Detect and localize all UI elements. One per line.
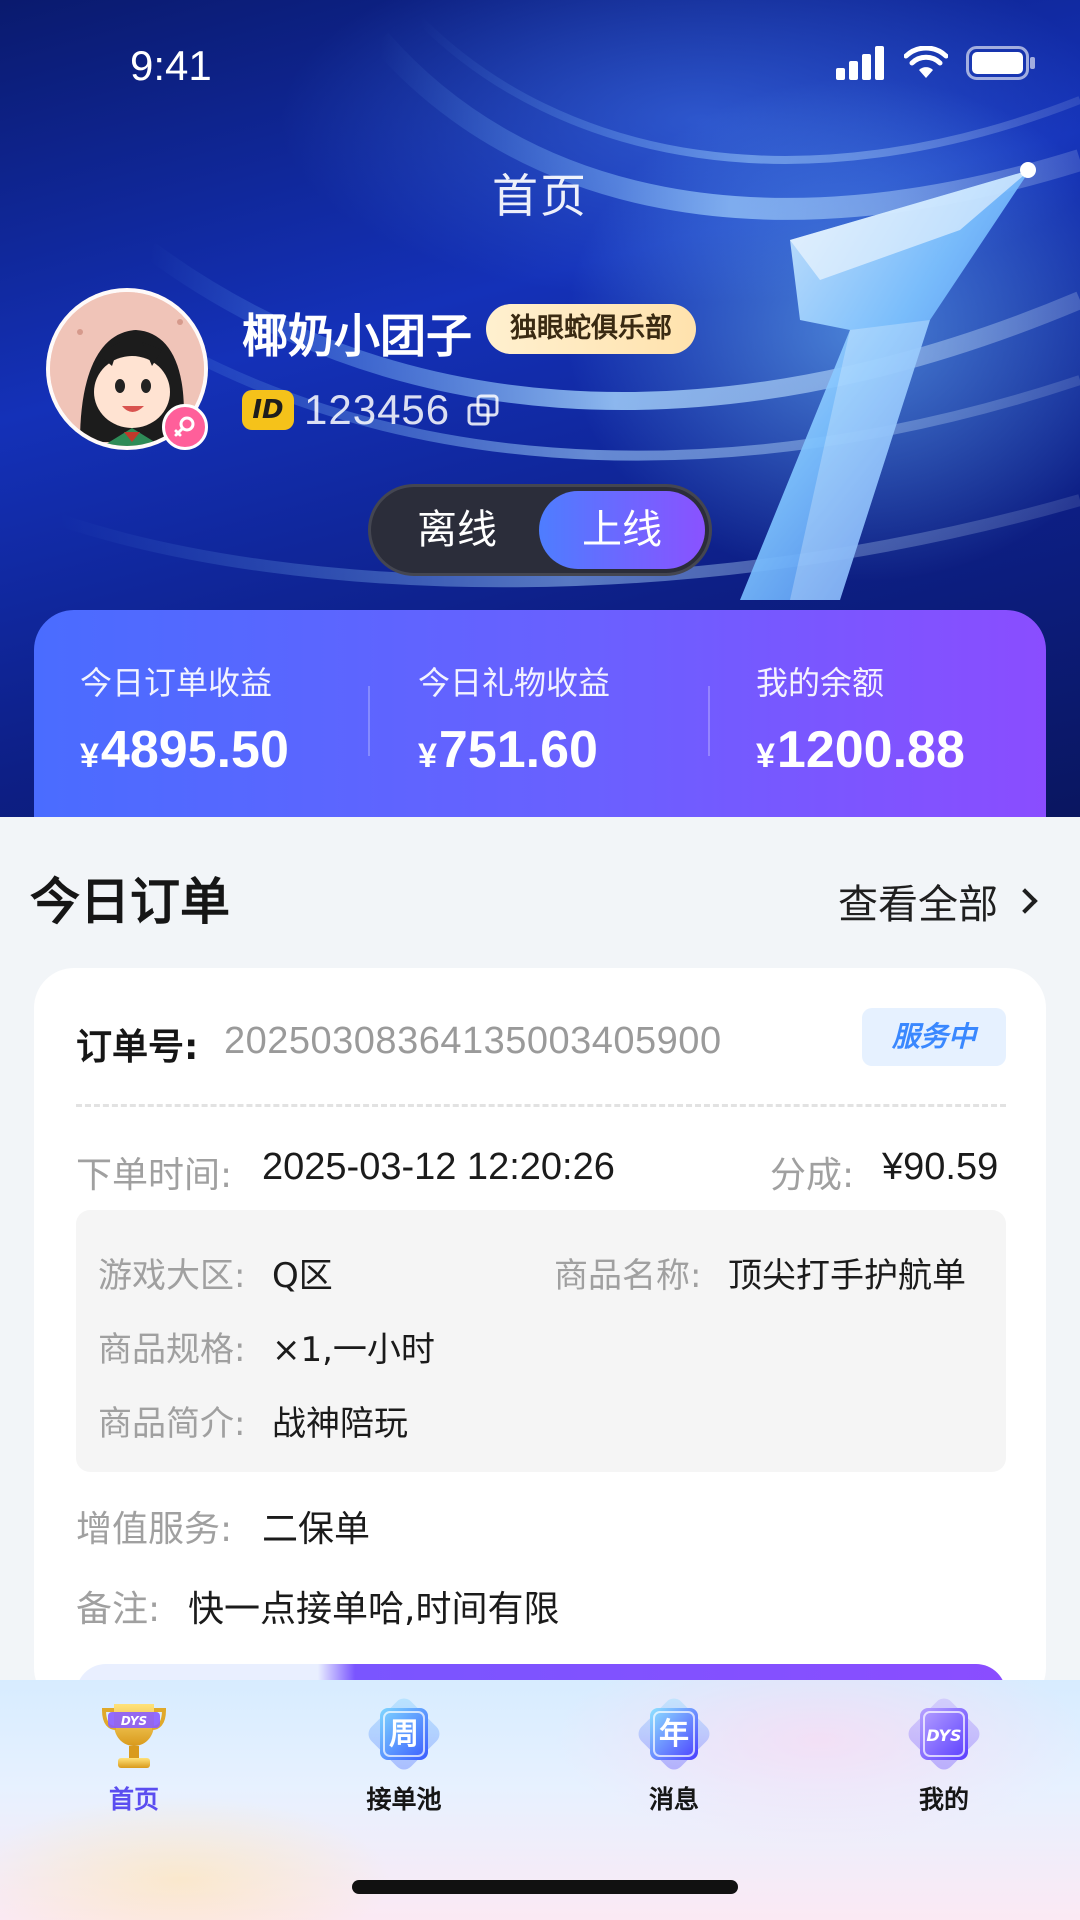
svg-text:年: 年	[659, 1717, 689, 1752]
page-title: 首页	[492, 169, 588, 223]
tab-mine[interactable]: DYS 我的	[844, 1694, 1044, 1814]
tab-home[interactable]: DYS 首页	[34, 1694, 234, 1814]
order-number: 20250308364135003405900	[224, 1020, 722, 1062]
nickname: 椰奶小团子	[242, 309, 472, 363]
earnings-label: 今日订单收益	[80, 664, 273, 702]
week-badge-icon: 周	[368, 1698, 440, 1770]
view-all-label: 查看全部	[838, 882, 998, 928]
note-value: 快一点接单哈,时间有限	[188, 1589, 560, 1630]
home-indicator[interactable]	[352, 1880, 738, 1894]
divider	[76, 1104, 1006, 1107]
user-id: 123456	[304, 386, 451, 433]
divider	[368, 686, 370, 756]
club-tag[interactable]: 独眼蛇俱乐部	[486, 304, 696, 354]
hero-banner: 9:41 首页 椰奶小团子 独眼蛇俱乐部 ID 123456 离线 上线 今日订…	[0, 0, 1080, 817]
user-id-row: ID 123456	[242, 386, 500, 434]
tab-label: 首页	[108, 1785, 159, 1814]
chevron-right-icon	[1012, 888, 1038, 914]
note-label: 备注:	[76, 1589, 161, 1630]
dys-badge-icon: DYS	[908, 1698, 980, 1770]
earnings-label: 我的余额	[756, 664, 885, 702]
product-intro-label: 商品简介:	[98, 1404, 246, 1444]
status-badge: 服务中	[862, 1008, 1006, 1066]
addon-service-value: 二保单	[262, 1509, 371, 1550]
order-time: 2025-03-12 12:20:26	[262, 1146, 615, 1188]
offline-option[interactable]: 离线	[371, 487, 543, 573]
commission-value: ¥90.59	[882, 1146, 999, 1188]
divider	[708, 686, 710, 756]
addon-service-label: 增值服务:	[76, 1509, 233, 1550]
status-icons	[836, 46, 1036, 80]
svg-text:DYS: DYS	[121, 1714, 147, 1728]
status-time: 9:41	[130, 42, 212, 89]
product-intro-value: 战神陪玩	[272, 1404, 408, 1444]
product-name-label: 商品名称:	[554, 1256, 702, 1296]
tab-order-pool[interactable]: 周 接单池	[304, 1694, 504, 1814]
earnings-value: ¥4895.50	[80, 721, 289, 779]
commission-label: 分成:	[770, 1155, 855, 1196]
product-spec-label: 商品规格:	[98, 1330, 246, 1370]
trophy-icon: DYS	[101, 1704, 167, 1768]
earnings-label: 今日礼物收益	[418, 664, 611, 702]
region-label: 游戏大区:	[98, 1256, 246, 1296]
product-name-value: 顶尖打手护航单	[728, 1256, 966, 1296]
section-title-today-orders: 今日订单	[30, 873, 230, 931]
wifi-icon	[904, 46, 948, 78]
online-option[interactable]: 上线	[539, 491, 705, 569]
online-status-toggle[interactable]: 离线 上线	[368, 484, 712, 576]
tab-messages[interactable]: 年 消息	[574, 1694, 774, 1814]
female-icon	[162, 404, 208, 450]
battery-icon	[966, 46, 1035, 80]
view-all-link[interactable]: 查看全部	[838, 872, 1038, 930]
order-number-label: 订单号:	[76, 1027, 199, 1068]
tab-label: 我的	[918, 1785, 969, 1814]
order-time-label: 下单时间:	[76, 1155, 233, 1196]
svg-text:周: 周	[389, 1717, 419, 1752]
earnings-value: ¥1200.88	[756, 721, 965, 779]
earnings-value: ¥751.60	[418, 721, 598, 779]
copy-icon[interactable]	[466, 393, 500, 427]
product-spec-value: ×1,一小时	[272, 1330, 435, 1370]
status-bar: 9:41	[0, 0, 1080, 134]
id-badge: ID	[242, 390, 294, 430]
order-card[interactable]: 订单号: 20250308364135003405900 服务中 下单时间: 2…	[34, 968, 1046, 1708]
region-value: Q区	[272, 1256, 333, 1296]
tab-label: 接单池	[366, 1785, 442, 1814]
year-badge-icon: 年	[638, 1698, 710, 1770]
signal-icon	[836, 46, 884, 80]
earnings-card: 今日订单收益 ¥4895.50 今日礼物收益 ¥751.60 我的余额 ¥120…	[34, 610, 1046, 817]
svg-text:DYS: DYS	[926, 1726, 961, 1745]
order-details-box: 游戏大区: Q区 商品名称: 顶尖打手护航单 商品规格: ×1,一小时 商品简介…	[76, 1210, 1006, 1472]
tab-label: 消息	[648, 1785, 699, 1814]
